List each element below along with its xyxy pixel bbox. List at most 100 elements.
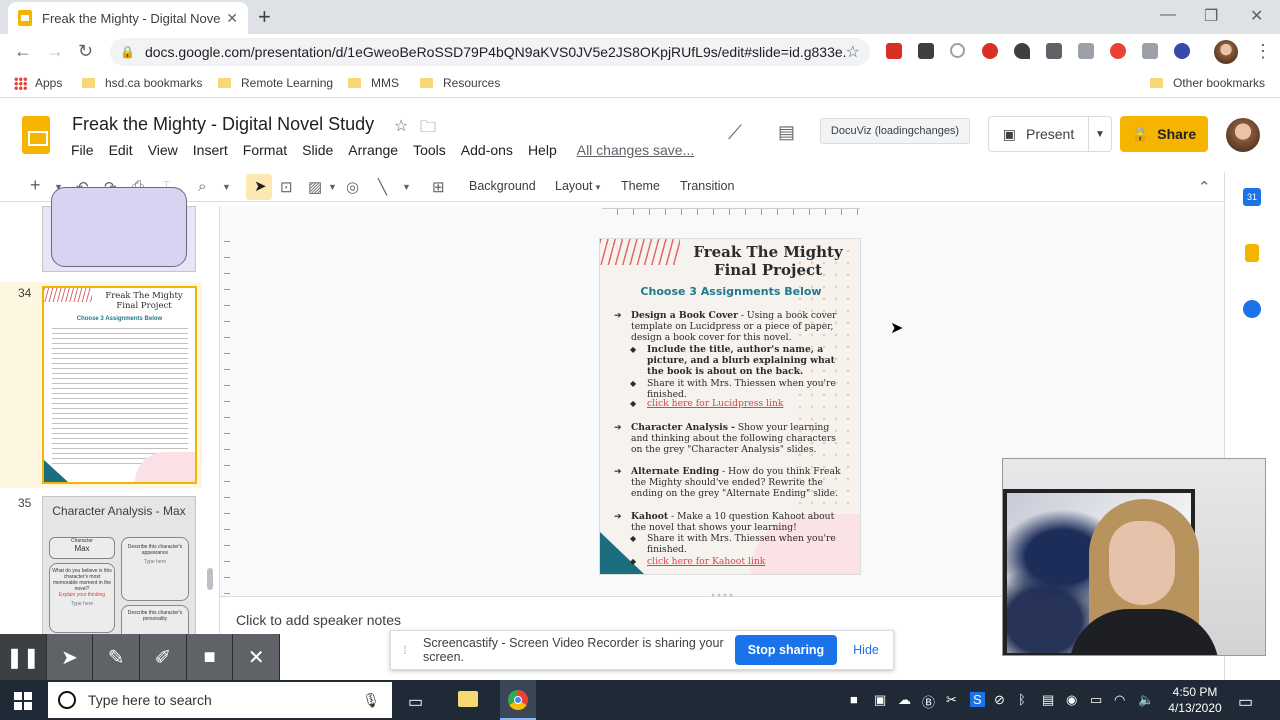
share-button[interactable]: 🔒 Share [1120,116,1208,152]
qr-extension-icon[interactable] [918,43,934,59]
tray-cloud-icon[interactable]: ☁ [898,692,911,708]
assignment-kahoot[interactable]: ➔ Kahoot - Make a 10 question Kahoot abo… [614,511,846,533]
close-controls-icon[interactable]: ✕ [233,634,281,680]
gmail-extension-icon[interactable] [886,43,902,59]
image-dropdown-icon[interactable]: ▼ [328,182,337,192]
slide-title[interactable]: Freak The Mighty Final Project [688,243,848,279]
menu-arrange[interactable]: Arrange [348,142,398,158]
zoom-icon[interactable]: ⌕ [198,178,206,195]
layout-dropdown-icon[interactable]: ▼ [594,183,602,192]
address-bar[interactable]: 🔒 docs.google.com/presentation/d/1eGweoB… [110,38,870,66]
assignment-character-analysis[interactable]: ➔ Character Analysis - Show your learnin… [614,422,846,455]
browser-tab[interactable]: Freak the Mighty - Digital Novel ✕ [8,2,248,34]
bookmark-star-icon[interactable]: ☆ [846,42,860,62]
stop-sharing-button[interactable]: Stop sharing [735,635,837,665]
tasks-icon[interactable] [1243,300,1261,318]
line-dropdown-icon[interactable]: ▼ [402,182,411,192]
calendar-icon[interactable]: 31 [1243,188,1261,206]
menu-slide[interactable]: Slide [302,142,333,158]
opera-extension-icon[interactable] [982,43,998,59]
menu-edit[interactable]: Edit [109,142,133,158]
tray-chrome-icon[interactable]: ◉ [1066,692,1077,708]
assignment-alternate-ending[interactable]: ➔ Alternate Ending - How do you think Fr… [614,466,846,499]
tray-app-icon[interactable]: ▣ [874,692,886,708]
battery-icon[interactable]: ▭ [1090,692,1102,708]
new-tab-icon[interactable]: + [258,4,271,30]
notes-resize-handle[interactable] [710,593,734,597]
layout-button[interactable]: Layout [555,179,593,193]
minimize-icon[interactable]: — [1160,6,1176,24]
wifi-icon[interactable]: ◠ [1114,692,1125,708]
menu-addons[interactable]: Add-ons [461,142,513,158]
menu-view[interactable]: View [148,142,178,158]
docuviz-button[interactable]: DocuViz (loadingchanges) [820,118,970,144]
assignment-book-cover[interactable]: ➔ Design a Book Cover - Using a book cov… [614,310,846,343]
bookmark-remote-learning[interactable]: Remote Learning [218,76,333,90]
taskbar-clock[interactable]: 4:50 PM 4/13/2020 [1160,684,1230,716]
highlighter-icon[interactable]: ✐ [140,634,187,680]
slide-thumbnail-34[interactable]: Freak The Mighty Final Project Choose 3 … [42,286,197,484]
present-button[interactable]: ▣ Present ▼ [988,116,1112,152]
tray-b-icon[interactable]: Ⓑ [922,692,935,711]
bookmark-other[interactable]: Other bookmarks [1150,76,1265,90]
webcam-toggle-icon[interactable]: ■ [186,634,234,680]
bookmark-mms[interactable]: MMS [348,76,399,90]
text-box-icon[interactable]: ⊡ [280,178,293,196]
speaker-notes-placeholder[interactable]: Click to add speaker notes [236,612,401,628]
menu-file[interactable]: File [71,142,94,158]
reload-icon[interactable]: ↻ [78,41,93,62]
file-explorer-icon[interactable] [458,691,478,707]
taskbar-search[interactable]: Type here to search 🎙 [48,682,392,718]
cast-extension-icon[interactable] [1142,43,1158,59]
menu-insert[interactable]: Insert [193,142,228,158]
bluetooth-icon[interactable]: ᛒ [1018,692,1026,707]
activity-dashboard-icon[interactable]: ⟋ [728,122,742,145]
tray-box-icon[interactable]: ▤ [1042,692,1054,708]
bookmark-hsd[interactable]: hsd.ca bookmarks [82,76,202,90]
move-folder-icon[interactable]: 🗀 [420,116,436,143]
add-comment-icon[interactable]: ⊞ [432,178,445,196]
microphone-icon[interactable]: 🎙 [362,692,380,709]
tray-tools-icon[interactable]: ✂ [946,692,957,708]
slide-thumbnail-35[interactable]: Character Analysis - Max Character Max D… [42,496,196,636]
tray-link-icon[interactable]: ⊘ [994,692,1005,708]
menu-help[interactable]: Help [528,142,557,158]
restore-icon[interactable]: ❐ [1204,6,1218,26]
collapse-toolbar-icon[interactable]: ⌃ [1198,178,1211,196]
cursor-tool-icon[interactable]: ➤ [46,634,94,680]
filmstrip-scrollbar[interactable] [207,568,213,590]
keep-icon[interactable] [1245,244,1259,262]
kahoot-link[interactable]: click here for Kahoot link [647,556,765,567]
webcam-overlay[interactable] [1002,458,1266,656]
pause-icon[interactable]: ❚❚ [0,634,47,680]
lucidpress-link[interactable]: click here for Lucidpress link [647,398,783,409]
line-icon[interactable]: ╲ [378,178,387,196]
lock-icon[interactable]: 🔒 [120,45,135,59]
star-icon[interactable]: ☆ [394,116,408,136]
shape-icon[interactable]: ◎ [346,178,359,196]
menu-format[interactable]: Format [243,142,287,158]
help-extension-icon[interactable] [950,43,965,58]
browser-menu-icon[interactable]: ⋮ [1254,41,1272,62]
forward-icon[interactable]: → [46,41,64,62]
tray-camera-icon[interactable]: ■ [850,692,858,707]
slides-logo-icon[interactable] [22,116,50,154]
slide-subtitle[interactable]: Choose 3 Assignments Below [600,285,860,298]
volume-icon[interactable]: 🔈 [1138,692,1154,708]
document-title[interactable]: Freak the Mighty - Digital Novel Study [72,114,374,135]
pen-tool-icon[interactable]: ✎ [93,634,141,680]
zoom-dropdown-icon[interactable]: ▼ [222,182,231,192]
chrome-taskbar-button[interactable] [500,680,536,720]
close-tab-icon[interactable]: ✕ [226,10,238,27]
current-slide[interactable]: Freak The Mighty Final Project Choose 3 … [599,238,861,575]
flame-extension-icon[interactable] [1014,43,1030,59]
robot-extension-icon[interactable] [1078,43,1094,59]
notifications-icon[interactable]: ▭ [1238,692,1253,712]
tray-s-icon[interactable]: S [970,692,985,707]
screencastify-extension-icon[interactable] [1110,43,1126,59]
task-view-icon[interactable]: ▭ [408,692,423,712]
d-extension-icon[interactable] [1046,43,1062,59]
select-tool-icon[interactable]: ➤ [246,174,272,200]
background-button[interactable]: Background [469,179,536,193]
theme-button[interactable]: Theme [621,179,660,193]
